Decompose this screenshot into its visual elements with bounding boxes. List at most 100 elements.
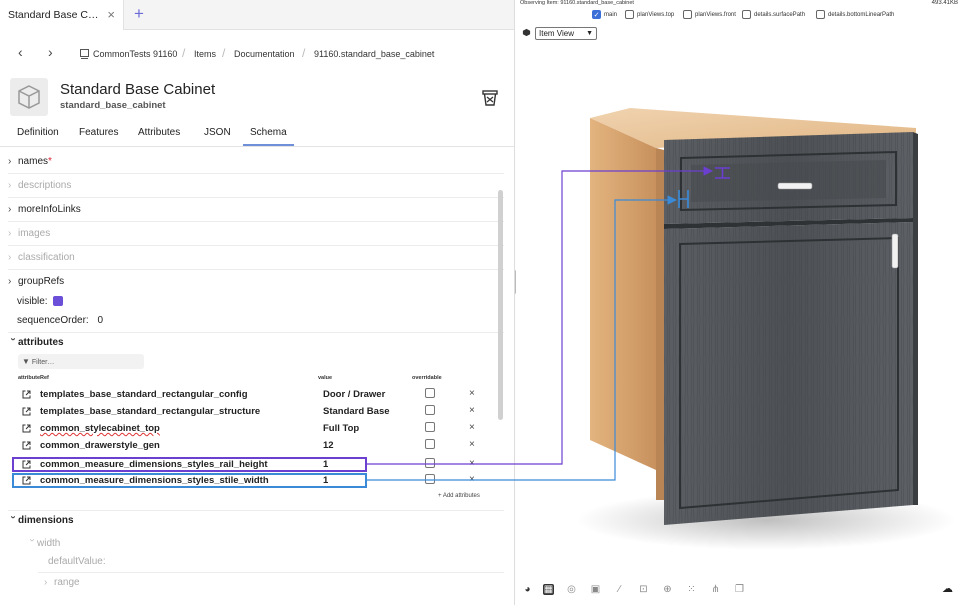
attribute-value[interactable]: Door / Drawer xyxy=(323,389,385,400)
divider xyxy=(8,197,504,198)
chevron-right-icon: › xyxy=(8,228,12,239)
delete-icon[interactable]: × xyxy=(469,388,475,399)
table-row[interactable]: templates_base_standard_rectangular_conf… xyxy=(8,387,498,404)
table-row[interactable]: common_stylecabinet_top Full Top × xyxy=(8,421,498,438)
visible-color-swatch[interactable] xyxy=(53,296,64,307)
cloud-download-icon[interactable]: ☁ xyxy=(942,584,953,595)
tree-node-grouprefs[interactable]: › groupRefs xyxy=(8,276,64,287)
breadcrumb: ‹ › CommonTests 91160 / Items / Document… xyxy=(0,40,514,68)
tree-node-label: dimensions xyxy=(18,515,74,526)
delete-icon[interactable]: × xyxy=(469,458,475,469)
viewer-panel: Observing Item: 91160.standard_base_cabi… xyxy=(516,0,962,605)
tree-node-width[interactable]: ›width xyxy=(26,538,61,549)
tree-node-moreinfolinks[interactable]: › moreInfoLinks xyxy=(8,204,81,215)
tab-bar: Standard Base C… × + xyxy=(0,0,514,30)
tab-features[interactable]: Features xyxy=(79,127,118,138)
cabinet-3d-render[interactable] xyxy=(516,0,962,605)
breadcrumb-documentation[interactable]: Documentation xyxy=(234,49,295,59)
tab-json[interactable]: JSON xyxy=(204,127,231,138)
tab-title: Standard Base C… xyxy=(8,9,99,21)
breadcrumb-current-item[interactable]: 91160.standard_base_cabinet xyxy=(314,49,434,59)
external-link-icon[interactable] xyxy=(22,390,31,399)
box-icon[interactable]: ▣ xyxy=(590,584,601,595)
add-attributes-button[interactable]: + Add attributes xyxy=(438,493,480,499)
external-link-icon[interactable] xyxy=(22,441,31,450)
tree-node-label: range xyxy=(54,577,80,588)
back-button[interactable]: ‹ xyxy=(18,44,23,60)
tree-node-label: width xyxy=(37,538,61,549)
breadcrumb-separator: / xyxy=(302,46,306,60)
trash-icon[interactable] xyxy=(481,89,499,107)
breadcrumb-items[interactable]: Items xyxy=(194,49,216,59)
compass-icon[interactable]: ◎ xyxy=(566,584,577,595)
hierarchy-icon[interactable]: ⋔ xyxy=(710,584,721,595)
filter-input[interactable]: ▼ Filter… xyxy=(18,354,144,369)
delete-icon[interactable]: × xyxy=(469,439,475,450)
door-edge xyxy=(913,132,918,505)
visible-label: visible: xyxy=(17,296,48,307)
tab-schema[interactable]: Schema xyxy=(243,127,294,146)
overridable-checkbox[interactable] xyxy=(425,422,435,432)
attribute-ref[interactable]: templates_base_standard_rectangular_conf… xyxy=(40,389,248,400)
add-tab-icon[interactable]: + xyxy=(130,0,148,30)
overridable-checkbox[interactable] xyxy=(425,474,435,484)
sequence-order-value[interactable]: 0 xyxy=(98,315,104,326)
attribute-value[interactable]: Full Top xyxy=(323,423,359,434)
tree-node-dimensions[interactable]: ›dimensions xyxy=(8,515,74,526)
table-row[interactable]: common_drawerstyle_gen 12 × xyxy=(8,438,498,455)
tab-attributes[interactable]: Attributes xyxy=(138,127,180,138)
delete-icon[interactable]: × xyxy=(469,405,475,416)
tree-node-names[interactable]: › names* xyxy=(8,156,52,167)
project-icon xyxy=(80,49,89,59)
forward-button[interactable]: › xyxy=(48,44,53,60)
attribute-ref[interactable]: templates_base_standard_rectangular_stru… xyxy=(40,406,260,417)
attribute-ref[interactable]: common_stylecabinet_top xyxy=(40,423,160,434)
tab-definition[interactable]: Definition xyxy=(17,127,59,138)
sequence-order-label: sequenceOrder: xyxy=(17,315,89,326)
brush-icon[interactable]: ∕ xyxy=(614,584,625,595)
visible-field: visible: xyxy=(17,296,64,307)
attribute-value[interactable]: Standard Base xyxy=(323,406,390,417)
tree-node-descriptions[interactable]: › descriptions xyxy=(8,180,71,191)
close-icon[interactable]: × xyxy=(107,0,115,30)
attribute-ref[interactable]: common_drawerstyle_gen xyxy=(40,440,160,451)
delete-icon[interactable]: × xyxy=(469,474,475,485)
chevron-down-icon: › xyxy=(7,515,19,519)
column-header-overridable: overridable xyxy=(412,375,442,381)
layers-icon[interactable]: ❐ xyxy=(734,584,745,595)
grid-icon[interactable]: ▦ xyxy=(543,584,554,595)
chevron-down-icon: › xyxy=(26,538,38,542)
external-link-icon[interactable] xyxy=(22,424,31,433)
scrollbar[interactable] xyxy=(498,190,503,420)
tree-node-images[interactable]: › images xyxy=(8,228,50,239)
door-wood-grain xyxy=(664,222,913,525)
table-row[interactable]: templates_base_standard_rectangular_stru… xyxy=(8,404,498,421)
rail-height-highlight xyxy=(12,457,367,472)
dots-grid-icon[interactable]: ⁙ xyxy=(686,584,697,595)
sequence-order-field: sequenceOrder: 0 xyxy=(17,315,103,326)
overridable-checkbox[interactable] xyxy=(425,405,435,415)
tree-node-label: images xyxy=(18,228,51,239)
item-header: Standard Base Cabinet standard_base_cabi… xyxy=(0,76,514,120)
cabinet-side xyxy=(590,118,656,470)
tree-node-range[interactable]: › range xyxy=(44,577,80,588)
external-link-icon[interactable] xyxy=(22,407,31,416)
overridable-checkbox[interactable] xyxy=(425,388,435,398)
breadcrumb-separator: / xyxy=(182,46,186,60)
page-title: Standard Base Cabinet xyxy=(60,81,216,98)
tab-standard-base-cabinet[interactable]: Standard Base C… × xyxy=(0,0,124,30)
target-icon[interactable]: ⊕ xyxy=(662,584,673,595)
overridable-checkbox[interactable] xyxy=(425,439,435,449)
palette-icon[interactable]: ◕ xyxy=(522,584,533,595)
drawer-handle xyxy=(777,182,813,190)
chevron-right-icon: › xyxy=(8,252,12,263)
overridable-checkbox[interactable] xyxy=(425,458,435,468)
attribute-value[interactable]: 12 xyxy=(323,440,334,451)
divider xyxy=(8,510,504,511)
delete-icon[interactable]: × xyxy=(469,422,475,433)
divider xyxy=(8,269,504,270)
tree-node-attributes[interactable]: ›attributes xyxy=(8,337,64,348)
frame-icon[interactable]: ⊡ xyxy=(638,584,649,595)
tree-node-classification[interactable]: › classification xyxy=(8,252,75,263)
breadcrumb-project[interactable]: CommonTests 91160 xyxy=(93,49,177,59)
